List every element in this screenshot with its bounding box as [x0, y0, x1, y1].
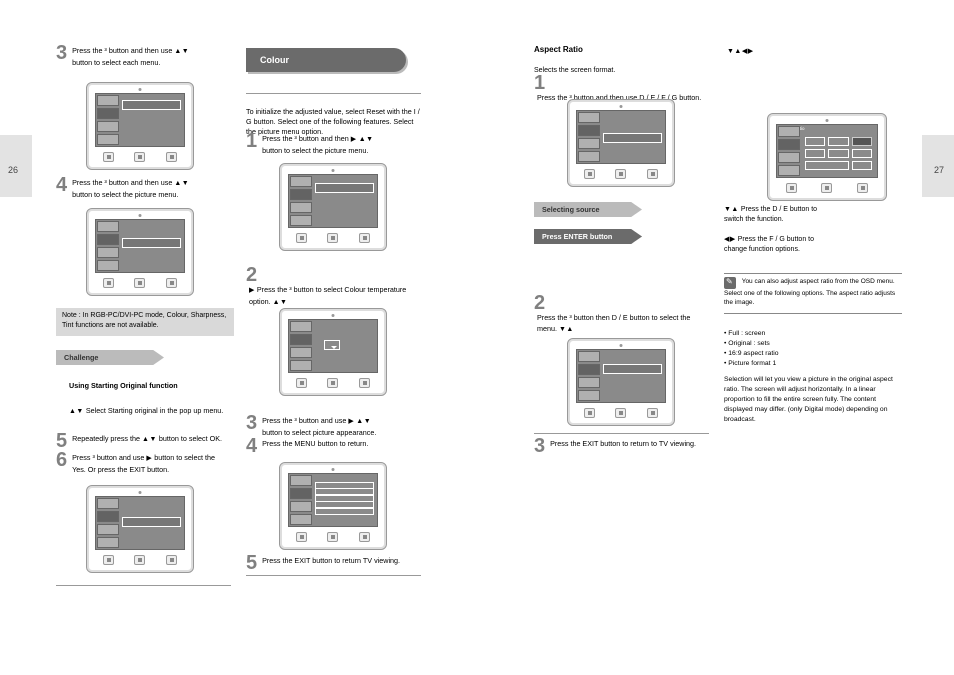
step-2: 2 ▶ Press the ³ button to select Colour …	[246, 267, 421, 308]
step-number: 1	[534, 75, 545, 92]
step-text: Press the MENU button to return.	[262, 438, 368, 449]
press-enter-tag: Press ENTER button	[534, 229, 642, 244]
note-icon	[724, 277, 736, 289]
right-icon: ▶	[146, 455, 152, 462]
step-3: 3 Press the ³ button and then use ▲▼butt…	[56, 45, 231, 68]
device-mock-4	[279, 163, 387, 251]
page-number-left: 26	[8, 165, 18, 175]
sub-heading: Using Starting Original function	[66, 380, 231, 391]
column-2: Colour To initialize the adjusted value,…	[246, 45, 421, 595]
divider	[534, 433, 709, 434]
right-icon: ▶	[348, 418, 354, 425]
column-3: Aspect Ratio Selects the screen format. …	[534, 45, 709, 595]
step-number: 5	[246, 555, 257, 572]
device-mock-7	[567, 99, 675, 187]
balloon-icon	[324, 340, 340, 350]
step-text: ▶ Press the ³ button to select Colour te…	[249, 284, 421, 308]
step-text: Press the EXIT button to return to TV vi…	[550, 438, 696, 449]
device-mock-9: Aspect Ratio	[767, 113, 887, 201]
device-mock-3	[86, 485, 194, 573]
step-number: 6	[56, 452, 67, 469]
step-number: 3	[246, 415, 257, 432]
step-dir: ▼▲◀▶	[724, 45, 899, 57]
up-down-icon: ▲▼	[174, 180, 189, 187]
step-5: 5 Press the EXIT button to return TV vie…	[246, 555, 421, 572]
up-down-icon: ▲▼	[356, 418, 371, 425]
divider	[56, 585, 231, 586]
left-right-icon: ◀▶	[724, 236, 736, 243]
substep: ▲▼ Select Starting original in the pop u…	[66, 405, 231, 417]
right-icon: ▶	[351, 136, 357, 143]
divider	[246, 93, 421, 94]
note-box: Note : In RGB-PC/DVI-PC mode, Colour, Sh…	[56, 308, 234, 336]
device-mock-8	[567, 338, 675, 426]
press-ud-text: ▼▲ Press the D / E button toswitch the f…	[724, 205, 899, 225]
section-title-aspect: Aspect Ratio	[534, 45, 583, 54]
step-number: 5	[56, 433, 67, 450]
page-number-right: 27	[934, 165, 944, 175]
device-mock-1: Menu	[86, 82, 194, 170]
step-number: 2	[246, 267, 257, 284]
device-mock-5	[279, 308, 387, 396]
up-down-icon: ▲▼	[69, 408, 84, 415]
step-text: Press the ³ button and then use ▲▼button…	[72, 177, 189, 200]
right-icon: ▶	[249, 287, 255, 294]
divider	[246, 575, 421, 576]
step-3: 3 Press the EXIT button to return to TV …	[534, 438, 709, 455]
up-down-icon: ▼▲	[724, 206, 739, 213]
step-number: 3	[56, 45, 67, 62]
up-down-icon: ▼▲	[559, 326, 574, 333]
step-3: 3 Press the ³ button and use ▶ ▲▼button …	[246, 415, 421, 438]
step-text: Press the ³ button and then use ▲▼button…	[72, 45, 189, 68]
section-title-colour: Colour	[246, 48, 406, 72]
step-number: 4	[246, 438, 257, 455]
device-mock-6	[279, 462, 387, 550]
step-number: 1	[246, 133, 257, 150]
press-lr-text: ◀▶ Press the F / G button tochange funct…	[724, 235, 899, 255]
step-text: Press ³ button and use ▶ button to selec…	[72, 452, 215, 475]
step-6: 6 Press ³ button and use ▶ button to sel…	[56, 452, 231, 475]
selecting-source-tag: Selecting source	[534, 202, 642, 217]
step-number: 2	[534, 295, 545, 312]
step-1: 1 Press the ³ button and then ▶ ▲▼button…	[246, 133, 421, 156]
challenge-tag: Challenge	[56, 350, 164, 365]
page-content: 3 Press the ³ button and then use ▲▼butt…	[56, 45, 898, 595]
up-down-icon: ▲▼	[359, 136, 374, 143]
up-down-icon: ▲▼	[174, 48, 189, 55]
step-5: 5 Repeatedly press the ▲▼ button to sele…	[56, 433, 231, 450]
up-down-icon: ▲▼	[142, 436, 157, 443]
column-4: ▼▲◀▶ Aspect Ratio ▼▲ Press the D / E but…	[724, 45, 899, 595]
arrow-keys-icon: ▼▲◀▶	[727, 48, 754, 55]
info-block: You can also adjust aspect ratio from th…	[724, 273, 902, 317]
up-down-icon: ▲▼	[273, 299, 288, 306]
step-4: 4 Press the ³ button and then use ▲▼butt…	[56, 177, 231, 200]
column-1: 3 Press the ³ button and then use ▲▼butt…	[56, 45, 231, 595]
step-text: ▲▼ Select Starting original in the pop u…	[69, 405, 223, 417]
step-text: Repeatedly press the ▲▼ button to select…	[72, 433, 222, 445]
step-text: ▼▲◀▶	[727, 45, 754, 57]
step-2: 2 Press the ³ button then D / E button t…	[534, 295, 709, 335]
step-4: 4 Press the MENU button to return.	[246, 438, 421, 455]
step-text: Press the ³ button and use ▶ ▲▼button to…	[262, 415, 376, 438]
step-text: Press the ³ button and then ▶ ▲▼button t…	[262, 133, 373, 156]
bullet-list: • Full : screen • Original : sets • 16:9…	[724, 329, 899, 425]
device-mock-2	[86, 208, 194, 296]
step-text: Press the ³ button then D / E button to …	[537, 312, 709, 335]
step-number: 3	[534, 438, 545, 455]
step-text: Press the EXIT button to return TV viewi…	[262, 555, 400, 566]
step-number: 4	[56, 177, 67, 194]
